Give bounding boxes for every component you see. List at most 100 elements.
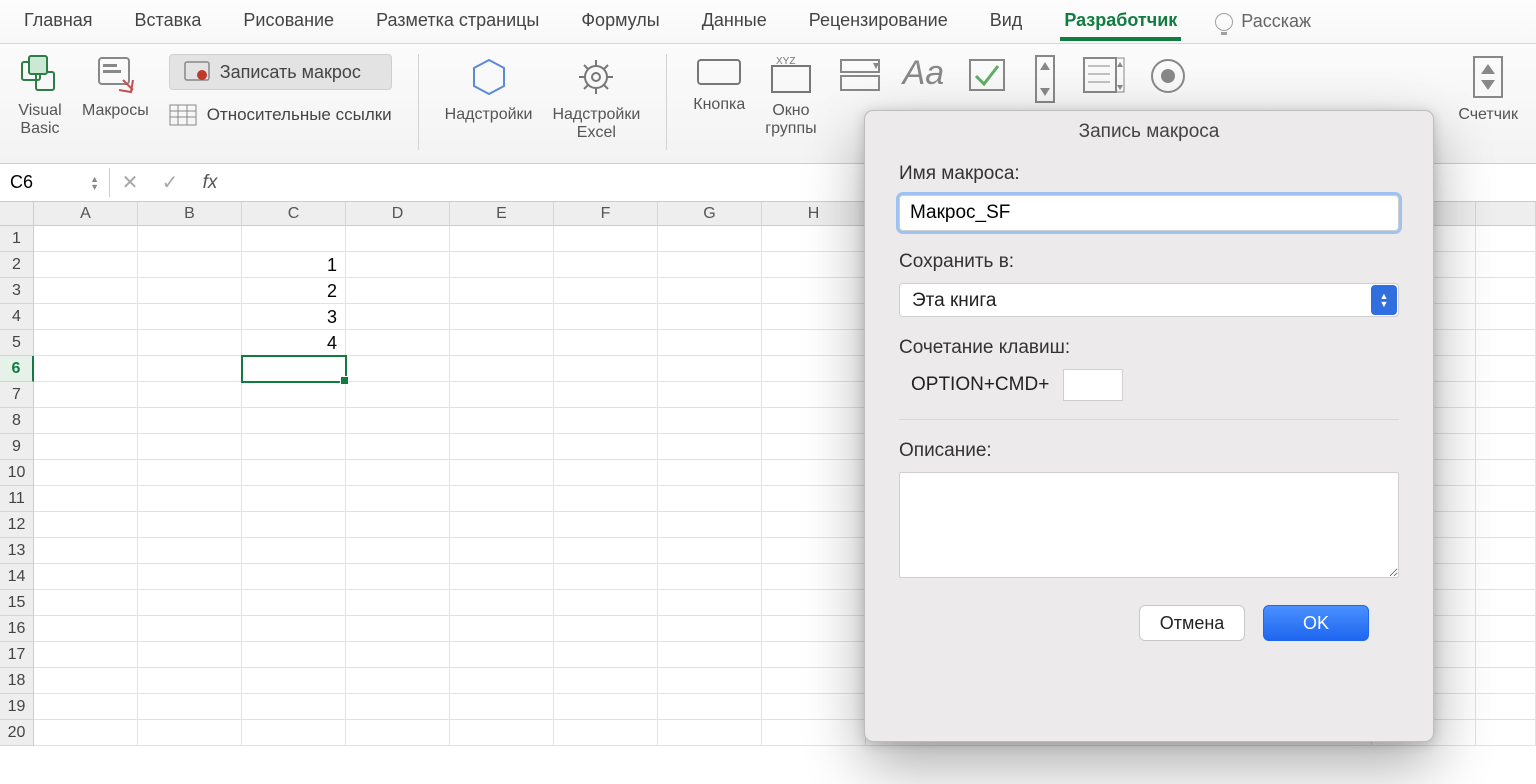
cell-C10[interactable]: [242, 460, 346, 486]
cell-F13[interactable]: [554, 538, 658, 564]
row-header[interactable]: 2: [0, 252, 34, 278]
cell-D20[interactable]: [346, 720, 450, 746]
cell-F14[interactable]: [554, 564, 658, 590]
cell-B10[interactable]: [138, 460, 242, 486]
cell-C11[interactable]: [242, 486, 346, 512]
cell-E16[interactable]: [450, 616, 554, 642]
cell-D19[interactable]: [346, 694, 450, 720]
cell-G13[interactable]: [658, 538, 762, 564]
row-header[interactable]: 17: [0, 642, 34, 668]
spinner-control[interactable]: Счетчик: [1458, 54, 1518, 124]
cell-G11[interactable]: [658, 486, 762, 512]
cell-H4[interactable]: [762, 304, 866, 330]
insert-button-control[interactable]: Кнопка: [693, 54, 745, 114]
tab-insert[interactable]: Вставка: [131, 2, 206, 41]
row-header[interactable]: 18: [0, 668, 34, 694]
cell-D18[interactable]: [346, 668, 450, 694]
cell-G18[interactable]: [658, 668, 762, 694]
col-header-G[interactable]: G: [658, 202, 762, 225]
cell-G2[interactable]: [658, 252, 762, 278]
cell-B7[interactable]: [138, 382, 242, 408]
row-header[interactable]: 20: [0, 720, 34, 746]
cell-G9[interactable]: [658, 434, 762, 460]
cell-A15[interactable]: [34, 590, 138, 616]
cell-F17[interactable]: [554, 642, 658, 668]
cell-D13[interactable]: [346, 538, 450, 564]
cell-D17[interactable]: [346, 642, 450, 668]
cell-H10[interactable]: [762, 460, 866, 486]
accept-formula-icon[interactable]: ✓: [150, 170, 190, 195]
row-header[interactable]: 5: [0, 330, 34, 356]
cell-G20[interactable]: [658, 720, 762, 746]
cell-B3[interactable]: [138, 278, 242, 304]
cell-H18[interactable]: [762, 668, 866, 694]
col-header-F[interactable]: F: [554, 202, 658, 225]
cell-G12[interactable]: [658, 512, 762, 538]
cell-G16[interactable]: [658, 616, 762, 642]
cell-tail[interactable]: [1476, 668, 1536, 694]
cell-tail[interactable]: [1476, 278, 1536, 304]
row-header[interactable]: 6: [0, 356, 34, 382]
cell-tail[interactable]: [1476, 720, 1536, 746]
cell-G15[interactable]: [658, 590, 762, 616]
cell-E10[interactable]: [450, 460, 554, 486]
col-header-C[interactable]: C: [242, 202, 346, 225]
cell-F1[interactable]: [554, 226, 658, 252]
cell-G14[interactable]: [658, 564, 762, 590]
tab-view[interactable]: Вид: [986, 2, 1027, 41]
cell-C12[interactable]: [242, 512, 346, 538]
cell-G7[interactable]: [658, 382, 762, 408]
cell-tail[interactable]: [1476, 434, 1536, 460]
cell-A14[interactable]: [34, 564, 138, 590]
row-header[interactable]: 1: [0, 226, 34, 252]
fx-icon[interactable]: fx: [190, 172, 230, 194]
cell-B8[interactable]: [138, 408, 242, 434]
cell-A3[interactable]: [34, 278, 138, 304]
cell-C14[interactable]: [242, 564, 346, 590]
cell-B18[interactable]: [138, 668, 242, 694]
cell-B5[interactable]: [138, 330, 242, 356]
cell-C1[interactable]: [242, 226, 346, 252]
cell-F11[interactable]: [554, 486, 658, 512]
cell-E12[interactable]: [450, 512, 554, 538]
row-header[interactable]: 7: [0, 382, 34, 408]
cell-tail[interactable]: [1476, 382, 1536, 408]
cell-H20[interactable]: [762, 720, 866, 746]
row-header[interactable]: 3: [0, 278, 34, 304]
cell-D8[interactable]: [346, 408, 450, 434]
description-input[interactable]: [899, 472, 1399, 578]
cell-tail[interactable]: [1476, 538, 1536, 564]
col-header-E[interactable]: E: [450, 202, 554, 225]
row-header[interactable]: 14: [0, 564, 34, 590]
cell-C4[interactable]: 3: [242, 304, 346, 330]
row-header[interactable]: 16: [0, 616, 34, 642]
cell-H9[interactable]: [762, 434, 866, 460]
cell-A1[interactable]: [34, 226, 138, 252]
cell-C7[interactable]: [242, 382, 346, 408]
cell-F8[interactable]: [554, 408, 658, 434]
cell-G6[interactable]: [658, 356, 762, 382]
cell-H19[interactable]: [762, 694, 866, 720]
cell-B2[interactable]: [138, 252, 242, 278]
cell-D2[interactable]: [346, 252, 450, 278]
cell-tail[interactable]: [1476, 694, 1536, 720]
cell-H7[interactable]: [762, 382, 866, 408]
cell-A13[interactable]: [34, 538, 138, 564]
cell-tail[interactable]: [1476, 616, 1536, 642]
cell-A7[interactable]: [34, 382, 138, 408]
tell-me[interactable]: Расскаж: [1215, 11, 1311, 32]
cell-C19[interactable]: [242, 694, 346, 720]
control-listbox[interactable]: [1080, 54, 1126, 96]
cell-H16[interactable]: [762, 616, 866, 642]
cell-F2[interactable]: [554, 252, 658, 278]
cell-D4[interactable]: [346, 304, 450, 330]
cell-C9[interactable]: [242, 434, 346, 460]
cell-G4[interactable]: [658, 304, 762, 330]
cell-B11[interactable]: [138, 486, 242, 512]
cell-F10[interactable]: [554, 460, 658, 486]
row-header[interactable]: 8: [0, 408, 34, 434]
cell-C5[interactable]: 4: [242, 330, 346, 356]
cell-E6[interactable]: [450, 356, 554, 382]
cell-tail[interactable]: [1476, 252, 1536, 278]
cell-A10[interactable]: [34, 460, 138, 486]
